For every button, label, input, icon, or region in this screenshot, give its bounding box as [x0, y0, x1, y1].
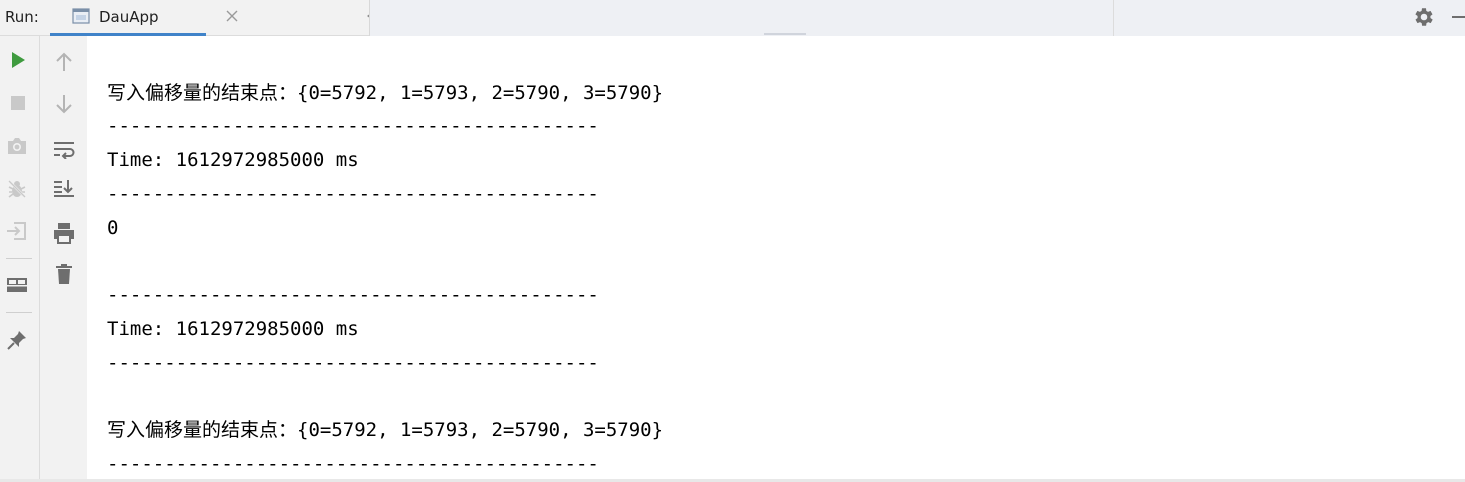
console-window-icon [72, 8, 90, 24]
scroll-to-end-icon [54, 180, 74, 197]
next-occurrence-button[interactable] [52, 92, 76, 116]
console-line: ----------------------------------------… [107, 183, 599, 205]
console-line: Time: 1612972985000 ms [107, 318, 359, 340]
toolbar-separator [6, 258, 32, 259]
mute-breakpoints-button[interactable] [5, 177, 29, 201]
soft-wrap-button[interactable] [52, 137, 76, 161]
console-line: Time: 1612972985000 ms [107, 149, 359, 171]
scroll-to-end-button[interactable] [52, 176, 76, 200]
layout-icon [7, 278, 27, 292]
tab-title: DauApp [99, 8, 159, 26]
console-line: 写入偏移量的结束点：{0=5792, 1=5793, 2=5790, 3=579… [107, 419, 664, 441]
arrow-up-icon [56, 52, 72, 71]
run-toolbar-secondary [40, 36, 87, 482]
console-line: ----------------------------------------… [107, 453, 599, 475]
stop-button[interactable] [6, 91, 30, 115]
trash-icon [56, 264, 72, 284]
stop-icon [11, 96, 25, 110]
bug-off-icon [7, 179, 27, 199]
clear-all-button[interactable] [52, 262, 76, 286]
print-button[interactable] [52, 221, 76, 245]
exit-button[interactable] [5, 219, 29, 243]
divider [1113, 0, 1114, 36]
run-label: Run: [5, 8, 39, 26]
console-output[interactable]: 写入偏移量的结束点：{0=5792, 1=5793, 2=5790, 3=579… [87, 36, 1465, 482]
layout-button[interactable] [5, 273, 29, 297]
run-tool-window-header: Run: DauApp [0, 0, 1465, 36]
pin-icon [7, 331, 26, 350]
minimize-icon[interactable] [1452, 16, 1465, 18]
run-toolbar-primary [0, 36, 40, 482]
close-icon[interactable] [226, 10, 238, 22]
soft-wrap-icon [54, 142, 75, 159]
tab-indicator [764, 33, 806, 35]
camera-icon [8, 138, 26, 154]
console-line: ----------------------------------------… [107, 352, 599, 374]
rerun-button[interactable] [6, 48, 30, 72]
exit-icon [7, 222, 26, 240]
console-line: 0 [107, 217, 119, 239]
dump-threads-button[interactable] [5, 134, 29, 158]
pin-button[interactable] [5, 328, 29, 352]
console-line: ----------------------------------------… [107, 284, 599, 306]
previous-occurrence-button[interactable] [52, 50, 76, 74]
console-line: 写入偏移量的结束点：{0=5792, 1=5793, 2=5790, 3=579… [107, 82, 664, 104]
tab-strip-empty [370, 0, 1465, 36]
gear-icon[interactable] [1411, 5, 1435, 29]
toolbar-separator [6, 312, 32, 313]
arrow-down-icon [56, 95, 72, 114]
play-icon [12, 52, 25, 68]
print-icon [54, 223, 74, 244]
console-line: ----------------------------------------… [107, 115, 599, 137]
tab-dauapp[interactable]: DauApp [50, 0, 238, 36]
